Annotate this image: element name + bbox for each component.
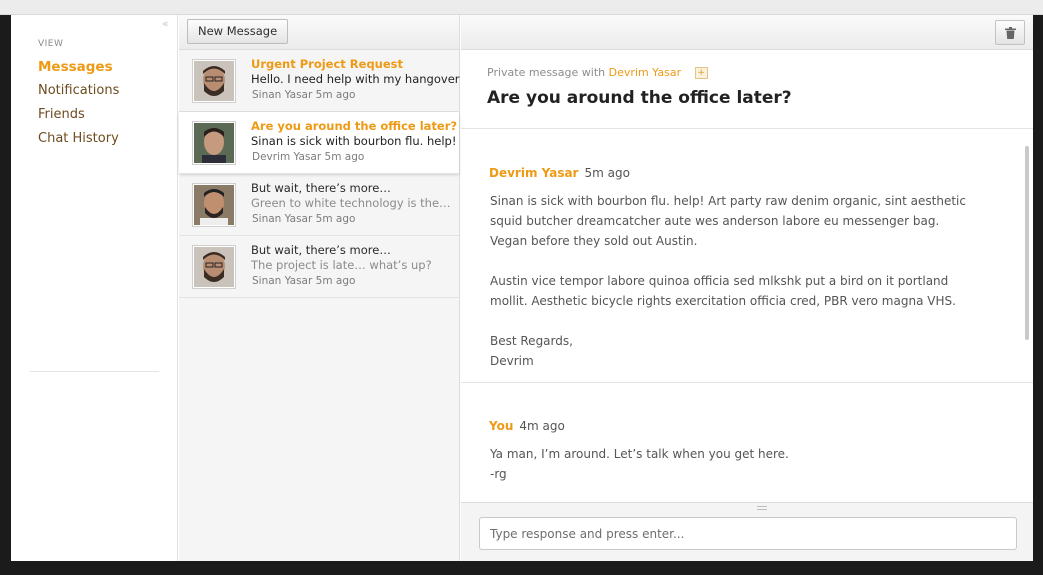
pane-toolbar [461,15,1033,50]
message-time: 5m ago [315,89,356,101]
post-time: 5m ago [584,166,630,180]
post-signature: Devrim [490,354,534,368]
trash-icon [1004,26,1016,39]
sidebar-item-messages[interactable]: Messages [38,58,119,82]
sidebar-item-friends[interactable]: Friends [38,106,119,130]
sidebar: « VIEW Messages Notifications Friends Ch… [11,15,178,561]
message-subject: But wait, there’s more… [251,181,391,195]
thread-title: Are you around the office later? [487,88,792,108]
message-sender: Sinan Yasar [252,275,313,287]
message-preview: Green to white technology is the… [251,196,451,210]
sidebar-item-chat-history[interactable]: Chat History [38,130,119,154]
resize-grip-icon[interactable] [757,506,767,510]
post-header: Devrim Yasar 5m ago [489,166,630,180]
post-paragraph: Sinan is sick with bourbon flu. help! Ar… [490,194,966,248]
post-author[interactable]: Devrim Yasar [489,166,578,180]
new-message-button[interactable]: New Message [187,19,289,44]
message-list-item-selected[interactable]: Are you around the office later? Sinan i… [179,112,459,174]
thread-header: Private message with Devrim Yasar + Are … [461,50,1033,129]
sidebar-divider [30,371,159,372]
browser-top-bar [0,0,1043,15]
avatar [192,59,236,103]
message-meta: Sinan Yasar 5m ago [252,275,355,287]
avatar-sinan-image [194,247,234,287]
view-section-label: VIEW [38,39,64,49]
post-signoff: Best Regards, [490,334,573,348]
post-paragraph: -rg [490,467,507,481]
message-sender: Sinan Yasar [252,213,313,225]
message-time: 5m ago [315,275,356,287]
post-body: Ya man, I’m around. Let’s talk when you … [490,444,980,484]
avatar [192,121,236,165]
collapse-sidebar-icon[interactable]: « [162,17,169,30]
avatar-man-beard-image [194,185,234,225]
message-subject: But wait, there’s more… [251,243,391,257]
message-meta: Sinan Yasar 5m ago [252,89,355,101]
message-preview: The project is late… what’s up? [251,258,432,272]
private-message-label: Private message with [487,66,606,79]
post-paragraph: Ya man, I’m around. Let’s talk when you … [490,447,789,461]
thread-post: Devrim Yasar 5m ago Sinan is sick with bo… [461,129,1033,383]
delete-button[interactable] [995,20,1025,45]
post-time: 4m ago [519,419,565,433]
avatar [192,183,236,227]
sidebar-item-notifications[interactable]: Notifications [38,82,119,106]
list-toolbar: New Message [179,15,459,50]
post-paragraph: Austin vice tempor labore quinoa officia… [490,274,956,308]
message-time: 5m ago [324,151,365,163]
message-preview: Sinan is sick with bourbon flu. help! [251,134,457,148]
add-participant-button[interactable]: + [694,67,708,79]
avatar-devrim-image [194,123,234,163]
participant-link[interactable]: Devrim Yasar [609,66,681,79]
reply-input[interactable] [479,517,1017,550]
message-preview: Hello. I need help with my hangover [251,72,460,86]
message-list-item[interactable]: Urgent Project Request Hello. I need hel… [179,50,460,112]
post-header: You 4m ago [489,419,565,433]
avatar [192,245,236,289]
sidebar-nav: Messages Notifications Friends Chat Hist… [38,58,119,154]
avatar-sinan-image [194,61,234,101]
thread-scrollbar[interactable] [1025,146,1029,340]
reading-pane: Private message with Devrim Yasar + Are … [461,15,1033,561]
message-sender: Devrim Yasar [252,151,322,163]
thread-participants: Private message with Devrim Yasar + [487,66,708,79]
app-window: « VIEW Messages Notifications Friends Ch… [11,15,1033,561]
message-time: 5m ago [315,213,356,225]
thread-body: Devrim Yasar 5m ago Sinan is sick with bo… [461,129,1033,502]
message-list-panel: New Message Urgent Project Request Hello… [179,15,460,561]
message-meta: Devrim Yasar 5m ago [252,151,364,163]
message-list-item[interactable]: But wait, there’s more… The project is l… [179,236,459,298]
message-subject: Are you around the office later? [251,119,458,133]
post-body: Sinan is sick with bourbon flu. help! Ar… [490,191,980,371]
message-sender: Sinan Yasar [252,89,313,101]
message-meta: Sinan Yasar 5m ago [252,213,355,225]
message-list-item[interactable]: But wait, there’s more… Green to white t… [179,174,459,236]
message-subject: Urgent Project Request [251,57,404,71]
post-author[interactable]: You [489,419,513,433]
compose-area [461,502,1033,561]
